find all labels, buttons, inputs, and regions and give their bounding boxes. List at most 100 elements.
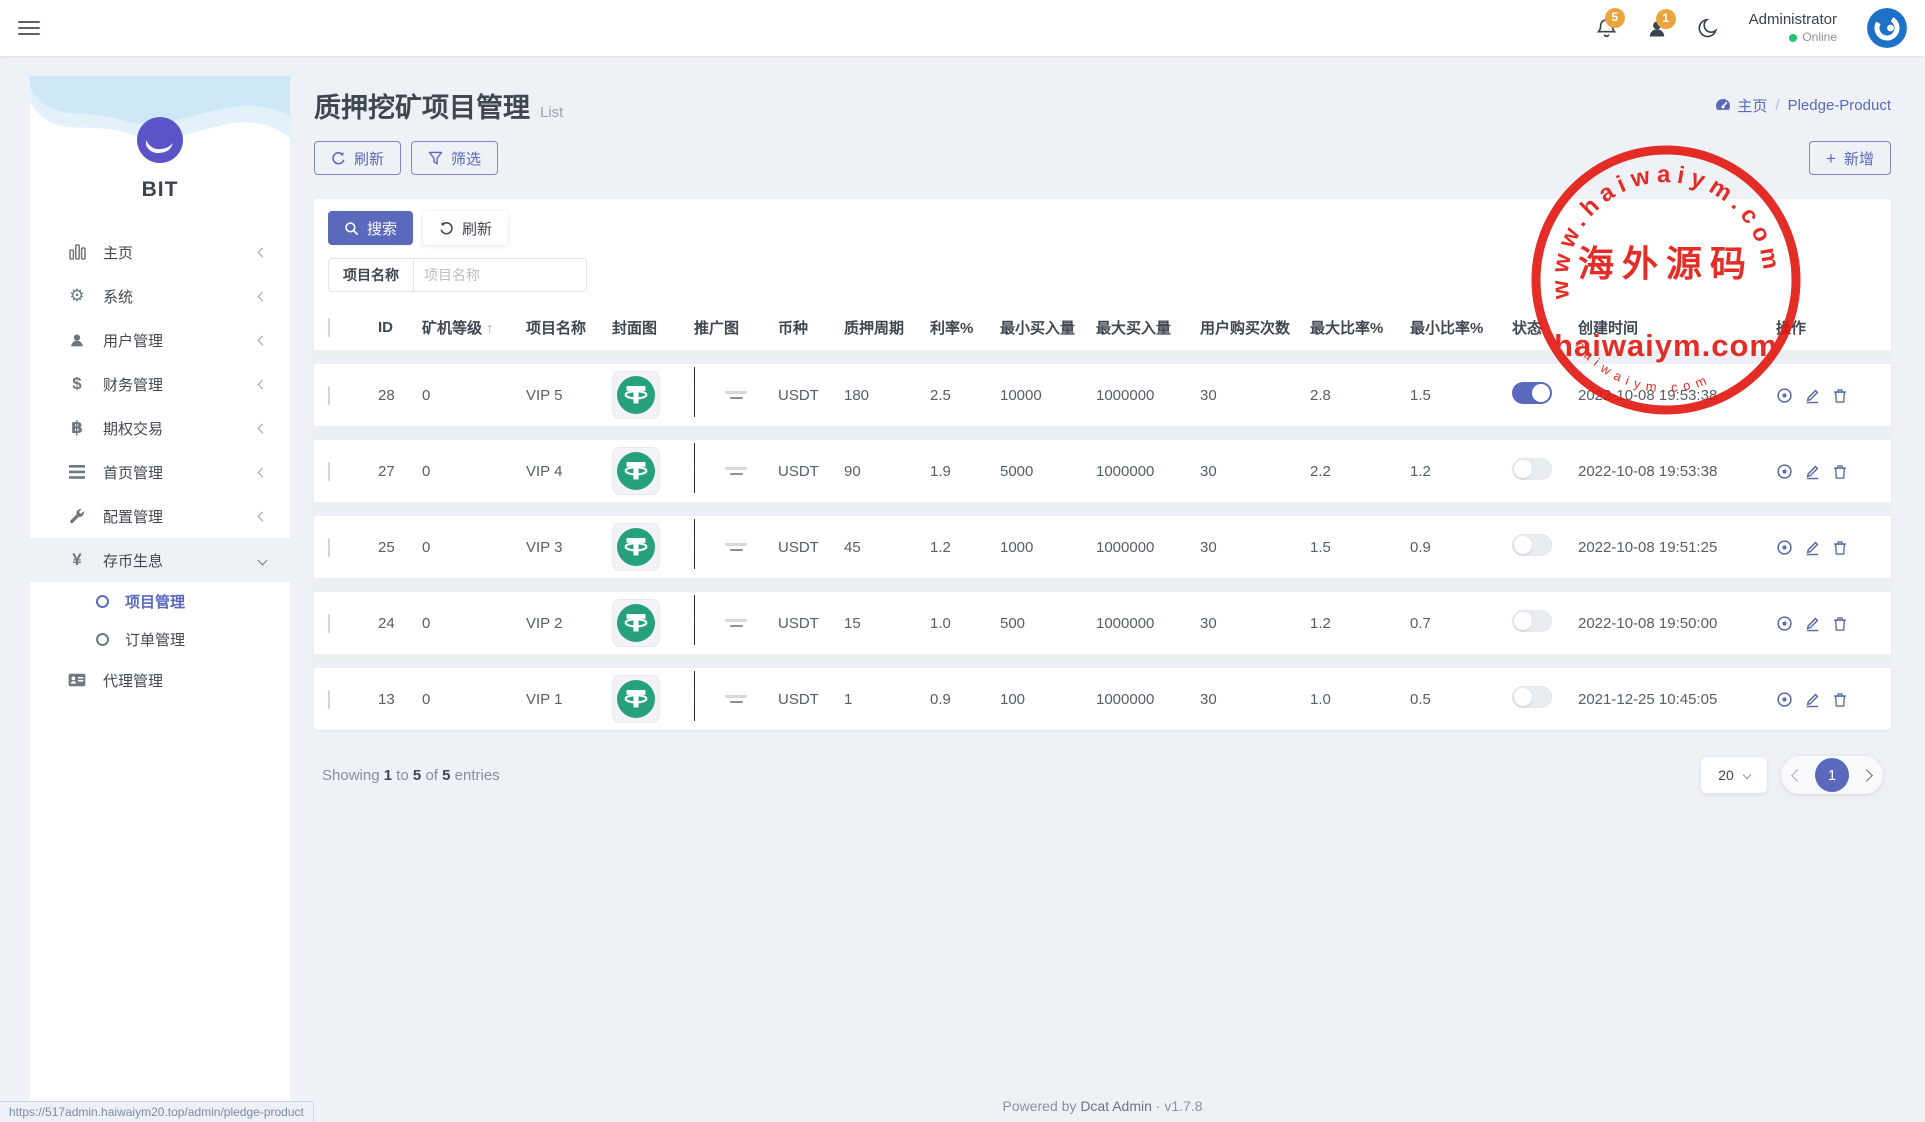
next-page-button[interactable]	[1860, 769, 1873, 782]
table-body: 28 0 VIP 5 USDT 180 2.5 10000 1000000 30…	[314, 350, 1891, 730]
edit-icon[interactable]	[1804, 463, 1821, 480]
view-icon[interactable]	[1776, 463, 1793, 480]
delete-icon[interactable]	[1832, 387, 1848, 404]
header-created: 创建时间	[1578, 317, 1776, 338]
status-toggle[interactable]	[1512, 458, 1552, 480]
cell-period: 1	[844, 691, 930, 708]
search-icon	[344, 221, 359, 236]
plus-icon: +	[1826, 150, 1836, 167]
cell-min-buy: 10000	[1000, 387, 1096, 404]
delete-icon[interactable]	[1832, 615, 1848, 632]
sidebar-item-finance[interactable]: $ 财务管理	[30, 362, 290, 406]
dark-mode-toggle[interactable]	[1697, 17, 1719, 39]
cell-level: 0	[422, 463, 526, 480]
sidebar-item-agent-mgmt[interactable]: 代理管理	[30, 658, 290, 702]
row-checkbox[interactable]	[328, 386, 330, 405]
user-name: Administrator	[1749, 10, 1837, 30]
tether-icon	[617, 528, 655, 566]
sidebar-item-users[interactable]: 用户管理	[30, 318, 290, 362]
page-title: 质押挖矿项目管理List	[314, 86, 563, 125]
cell-id: 27	[378, 463, 422, 480]
row-checkbox[interactable]	[328, 538, 330, 557]
gear-icon: ⚙	[66, 286, 88, 306]
filter-button[interactable]: 筛选	[411, 141, 498, 175]
delete-icon[interactable]	[1832, 539, 1848, 556]
header-buy-times: 用户购买次数	[1200, 317, 1310, 338]
sidebar-item-home[interactable]: 主页	[30, 230, 290, 274]
version-label: v1.7.8	[1164, 1098, 1202, 1114]
chevron-down-icon	[1743, 771, 1751, 779]
view-icon[interactable]	[1776, 691, 1793, 708]
chevron-left-icon	[258, 511, 268, 521]
dcat-admin-link[interactable]: Dcat Admin	[1080, 1098, 1152, 1114]
user-avatar[interactable]	[1867, 8, 1907, 48]
cell-buy-times: 30	[1200, 691, 1310, 708]
hamburger-menu-icon[interactable]	[18, 17, 40, 38]
brand-name: BIT	[30, 178, 290, 202]
dashboard-icon	[1715, 98, 1731, 114]
current-page-button[interactable]: 1	[1815, 758, 1849, 792]
view-icon[interactable]	[1776, 387, 1793, 404]
promo-image[interactable]	[694, 519, 778, 569]
reload-button[interactable]: 刷新	[423, 211, 508, 245]
promo-image[interactable]	[694, 671, 778, 721]
row-checkbox[interactable]	[328, 462, 330, 481]
cover-image[interactable]	[612, 599, 660, 647]
edit-icon[interactable]	[1804, 615, 1821, 632]
cover-image[interactable]	[612, 371, 660, 419]
status-toggle[interactable]	[1512, 534, 1552, 556]
sidebar-item-options-trading[interactable]: ฿ 期权交易	[30, 406, 290, 450]
pledge-product-admin-page: { "colors": { "primary": "#5b69bd", "sta…	[0, 0, 1925, 1122]
edit-icon[interactable]	[1804, 691, 1821, 708]
delete-icon[interactable]	[1832, 463, 1848, 480]
sidebar-item-coin-interest[interactable]: ¥ 存币生息	[30, 538, 290, 582]
cell-id: 28	[378, 387, 422, 404]
prev-page-button[interactable]	[1791, 769, 1804, 782]
sidebar-subitem-project-mgmt[interactable]: 项目管理	[30, 582, 290, 620]
add-button[interactable]: + 新增	[1809, 141, 1891, 175]
cell-created: 2022-10-08 19:50:00	[1578, 615, 1776, 632]
cell-level: 0	[422, 387, 526, 404]
view-icon[interactable]	[1776, 539, 1793, 556]
cell-created: 2022-10-08 19:51:25	[1578, 539, 1776, 556]
edit-icon[interactable]	[1804, 387, 1821, 404]
promo-image[interactable]	[694, 367, 778, 417]
select-all-checkbox[interactable]	[328, 318, 330, 337]
delete-icon[interactable]	[1832, 691, 1848, 708]
status-toggle[interactable]	[1512, 382, 1552, 404]
header-rate: 利率%	[930, 317, 1000, 338]
sidebar-item-homepage-mgmt[interactable]: 首页管理	[30, 450, 290, 494]
cell-buy-times: 30	[1200, 387, 1310, 404]
edit-icon[interactable]	[1804, 539, 1821, 556]
row-checkbox[interactable]	[328, 614, 330, 633]
row-checkbox[interactable]	[328, 690, 330, 709]
cell-min-ratio: 0.5	[1410, 691, 1512, 708]
refresh-button[interactable]: 刷新	[314, 141, 401, 175]
status-toggle[interactable]	[1512, 610, 1552, 632]
promo-image[interactable]	[694, 595, 778, 645]
view-icon[interactable]	[1776, 615, 1793, 632]
chevron-left-icon	[258, 379, 268, 389]
online-status-dot	[1789, 34, 1797, 42]
header-miner-level[interactable]: 矿机等级↑	[422, 317, 526, 338]
breadcrumb-home-link[interactable]: 主页	[1715, 95, 1767, 116]
users-notification[interactable]: 1	[1647, 18, 1667, 39]
sidebar-subitem-order-mgmt[interactable]: 订单管理	[30, 620, 290, 658]
notifications-bell-icon[interactable]: 5	[1596, 17, 1617, 39]
user-badge: 1	[1656, 9, 1676, 29]
status-toggle[interactable]	[1512, 686, 1552, 708]
cover-image[interactable]	[612, 447, 660, 495]
project-name-input[interactable]	[414, 259, 586, 291]
chevron-left-icon	[258, 423, 268, 433]
cell-rate: 2.5	[930, 387, 1000, 404]
sidebar-item-system[interactable]: ⚙ 系统	[30, 274, 290, 318]
sidebar-item-config[interactable]: 配置管理	[30, 494, 290, 538]
cover-image[interactable]	[612, 523, 660, 571]
cell-id: 24	[378, 615, 422, 632]
header-cover: 封面图	[612, 317, 694, 338]
table-card: 搜索 刷新 项目名称 ID 矿机等级↑ 项目名称 封面图 推广图	[314, 199, 1891, 730]
cover-image[interactable]	[612, 675, 660, 723]
per-page-select[interactable]: 20	[1701, 757, 1767, 793]
promo-image[interactable]	[694, 443, 778, 493]
search-button[interactable]: 搜索	[328, 211, 413, 245]
